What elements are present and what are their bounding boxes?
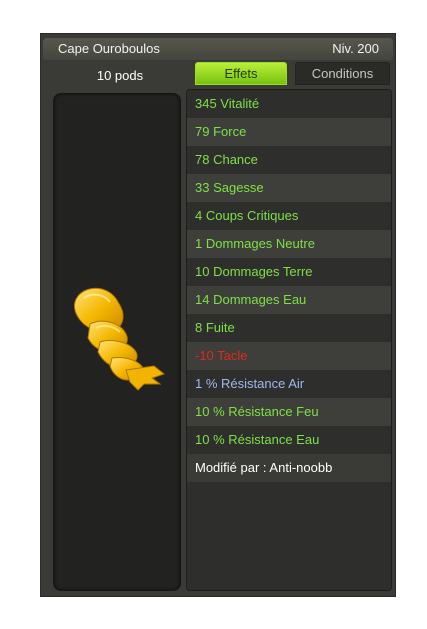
item-details-panel: Cape Ouroboulos Niv. 200 10 pods Effets … xyxy=(40,33,396,597)
effect-row: 8 Fuite xyxy=(187,314,391,342)
item-title-bar: Cape Ouroboulos Niv. 200 xyxy=(43,38,393,60)
effect-row: 10 Dommages Terre xyxy=(187,258,391,286)
effects-list: 345 Vitalité 79 Force 78 Chance 33 Sagesse 4… xyxy=(186,89,392,591)
effect-row: 10 % Résistance Feu xyxy=(187,398,391,426)
item-weight: 10 pods xyxy=(96,68,144,83)
tab-conditions[interactable]: Conditions xyxy=(295,62,390,85)
effect-row: 14 Dommages Eau xyxy=(187,286,391,314)
effect-row: 78 Chance xyxy=(187,146,391,174)
modified-by-label: Modifié par : Anti-noobb xyxy=(187,454,391,482)
effect-row: 345 Vitalité xyxy=(187,90,391,118)
item-level: Niv. 200 xyxy=(332,41,379,56)
effect-row: 4 Coups Critiques xyxy=(187,202,391,230)
golden-cape-icon xyxy=(73,287,166,391)
effect-row: 33 Sagesse xyxy=(187,174,391,202)
effect-row: -10 Tacle xyxy=(187,342,391,370)
effect-row: 1 Dommages Neutre xyxy=(187,230,391,258)
effect-row: 10 % Résistance Eau xyxy=(187,426,391,454)
effect-row: 79 Force xyxy=(187,118,391,146)
item-name: Cape Ouroboulos xyxy=(58,41,160,56)
item-image-box xyxy=(53,93,181,591)
tab-effects[interactable]: Effets xyxy=(195,62,287,85)
effect-row: 1 % Résistance Air xyxy=(187,370,391,398)
